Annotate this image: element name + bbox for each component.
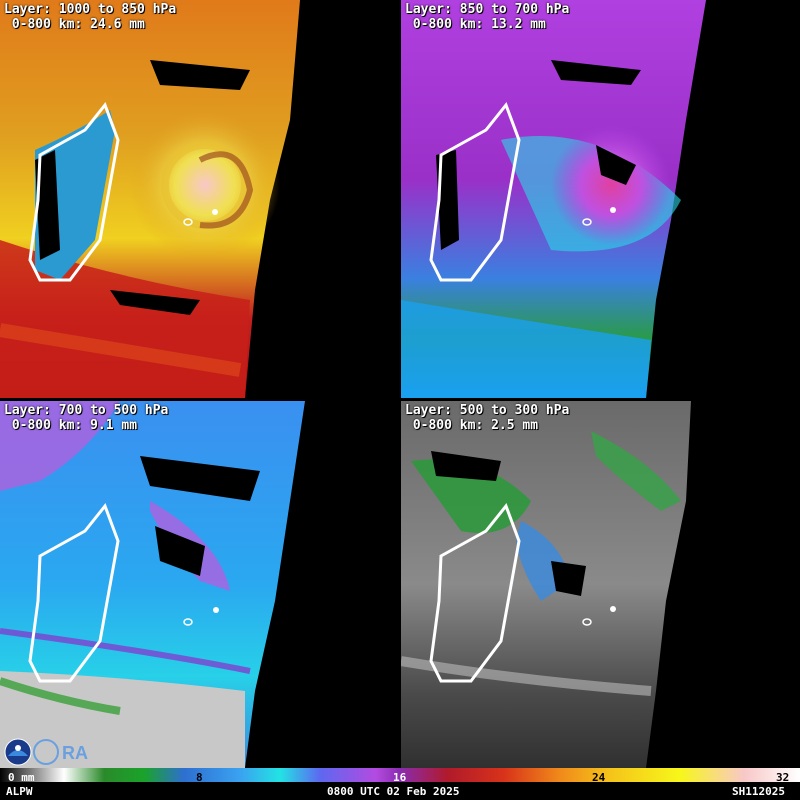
moisture-map-2 [401,0,706,398]
agency-logos: RA [4,738,94,766]
svg-text:RA: RA [62,743,88,763]
moisture-map-4 [401,401,691,768]
panel-title: Layer: 700 to 500 hPa 0-800 km: 9.1 mm [4,403,169,433]
panel-divider-vertical [398,0,401,768]
product-name: ALPW [6,785,33,798]
panel-title: Layer: 1000 to 850 hPa 0-800 km: 24.6 mm [4,2,177,32]
panel-layer-1000-850: Layer: 1000 to 850 hPa 0-800 km: 24.6 mm [0,0,398,398]
panel-title: Layer: 850 to 700 hPa 0-800 km: 13.2 mm [405,2,570,32]
moisture-map-1 [0,0,300,398]
panel-layer-500-300: Layer: 500 to 300 hPa 0-800 km: 2.5 mm [401,401,799,799]
footer: ALPW 0800 UTC 02 Feb 2025 SH112025 [0,783,800,800]
storm-id: SH112025 [732,785,785,798]
panel-divider-horizontal [0,398,800,401]
noaa-cira-logo-icon: RA [4,738,88,766]
panel-layer-850-700: Layer: 850 to 700 hPa 0-800 km: 13.2 mm [401,0,799,398]
valid-time: 0800 UTC 02 Feb 2025 [327,785,460,798]
moisture-map-3 [0,401,305,768]
panel-title: Layer: 500 to 300 hPa 0-800 km: 2.5 mm [405,403,570,433]
